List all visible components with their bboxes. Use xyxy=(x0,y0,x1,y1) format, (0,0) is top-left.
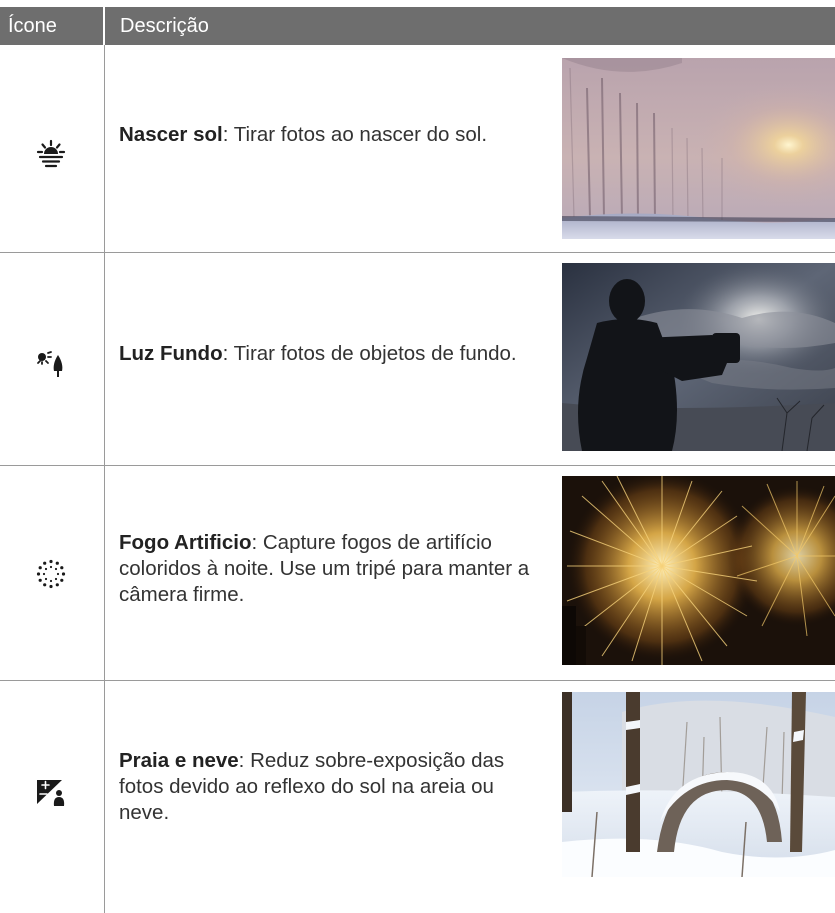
table-row: Praia e neve: Reduz sobre-exposição das … xyxy=(0,681,835,913)
row-text: : Tirar fotos de objetos de fundo. xyxy=(222,342,517,365)
fireworks-icon xyxy=(36,559,66,589)
table-row: Nascer sol: Tirar fotos ao nascer do sol… xyxy=(0,45,835,253)
sunrise-icon xyxy=(36,139,66,169)
row-description: Nascer sol: Tirar fotos ao nascer do sol… xyxy=(119,122,531,148)
row-title: Fogo Artificio xyxy=(119,531,252,554)
backlight-icon xyxy=(36,349,66,379)
silhouette-photographer-photo xyxy=(562,263,835,451)
misty-sunrise-photo xyxy=(562,58,835,239)
header-icon-column: Ícone xyxy=(8,15,57,37)
row-description: Fogo Artificio: Capture fogos de artifíc… xyxy=(119,530,531,608)
row-title: Nascer sol xyxy=(119,123,223,146)
row-text: : Tirar fotos ao nascer do sol. xyxy=(222,123,488,146)
row-title: Praia e neve xyxy=(119,749,239,772)
header-divider xyxy=(103,7,105,45)
table-row: Luz Fundo: Tirar fotos de objetos de fun… xyxy=(0,253,835,466)
table-header: Ícone Descrição xyxy=(0,7,835,45)
snowy-park-photo xyxy=(562,692,835,877)
fireworks-photo xyxy=(562,476,835,665)
scene-mode-table: Ícone Descrição Nascer sol: Tirar fotos … xyxy=(0,0,835,913)
row-title: Luz Fundo xyxy=(119,342,223,365)
beach-snow-icon xyxy=(36,777,66,807)
row-description: Praia e neve: Reduz sobre-exposição das … xyxy=(119,748,531,826)
table-row: Fogo Artificio: Capture fogos de artifíc… xyxy=(0,466,835,681)
header-description-column: Descrição xyxy=(120,15,209,37)
row-description: Luz Fundo: Tirar fotos de objetos de fun… xyxy=(119,341,531,367)
